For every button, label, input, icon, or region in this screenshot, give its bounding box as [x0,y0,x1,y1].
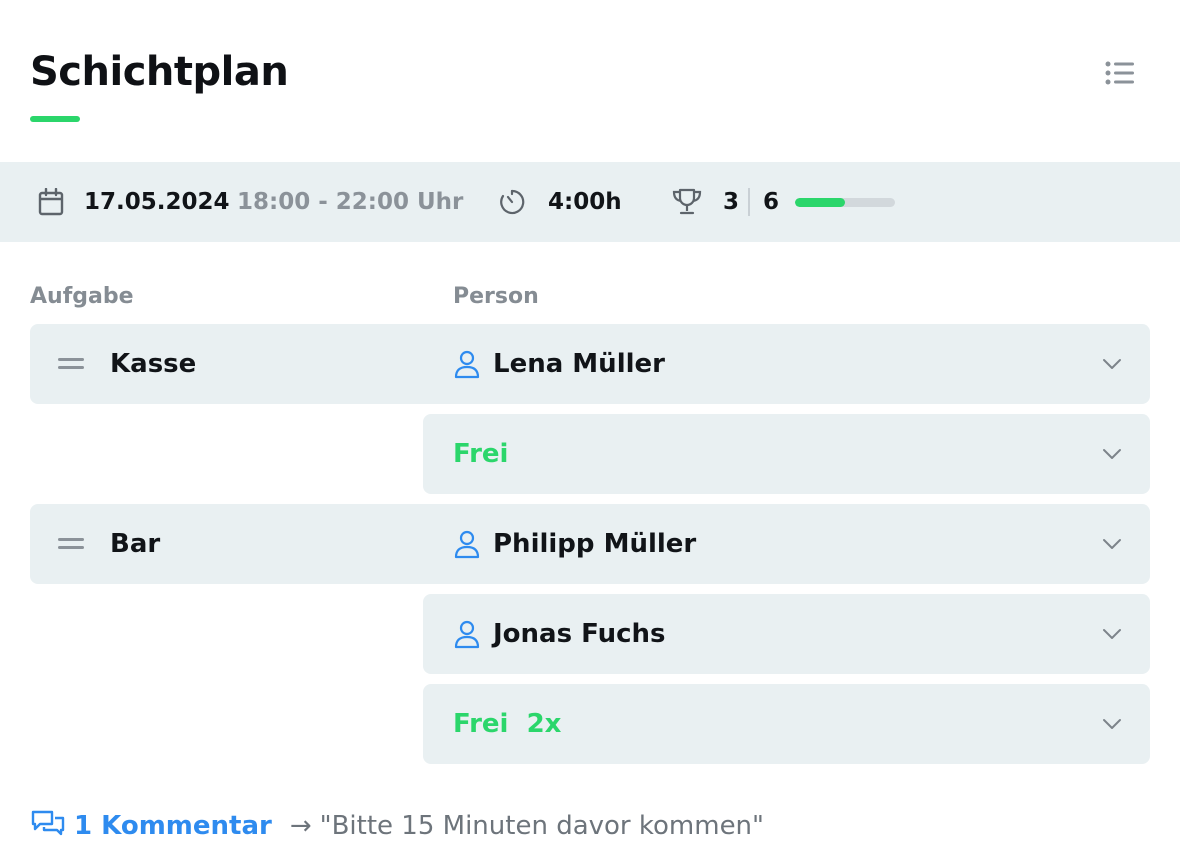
list-icon [1105,61,1135,89]
free-slot-select[interactable]: Frei 2x [453,684,1150,764]
user-icon [453,348,481,380]
trophy-icon [671,162,703,242]
chevron-down-icon [1103,629,1121,639]
comment-link[interactable]: 1 Kommentar [30,809,272,843]
timer-icon [498,162,526,242]
slots-progress-fill [795,197,845,207]
shift-plan-page: Schichtplan 17.05.2024 18:00 - 22:00 Uhr… [0,0,1180,866]
count-separator [748,162,750,242]
person-select[interactable]: Philipp Müller [453,504,1150,584]
total-slots-count: 6 [763,189,780,215]
slot-row[interactable]: Frei [423,414,1150,494]
shift-date: 17.05.2024 [84,189,230,215]
column-header-task: Aufgabe [30,284,134,309]
drag-handle-icon[interactable] [58,358,84,370]
person-name: Lena Müller [493,349,665,379]
free-slot-label: Frei [453,439,509,469]
calendar-icon [38,162,64,242]
page-title: Schichtplan [30,49,289,95]
chevron-down-icon [1103,359,1121,369]
task-row-kasse: Kasse Lena Müller [30,324,1150,404]
shift-duration: 4:00h [548,189,622,215]
user-icon [453,618,481,650]
comment-icon [30,809,66,843]
person-name: Jonas Fuchs [493,619,666,649]
shift-info-bar: 17.05.2024 18:00 - 22:00 Uhr 4:00h 3 6 [0,162,1180,242]
slot-row[interactable]: Frei 2x [423,684,1150,764]
person-name: Philipp Müller [493,529,697,559]
column-header-person: Person [453,284,539,309]
chevron-down-icon [1103,539,1121,549]
task-row-bar: Bar Philipp Müller [30,504,1150,584]
title-underline [30,116,80,122]
comment-count-link[interactable]: 1 Kommentar [74,811,272,841]
slots-progress-bar [795,162,895,242]
task-name: Kasse [110,349,197,379]
free-slot-select[interactable]: Frei [453,414,1150,494]
arrow-right-icon: → [289,811,312,841]
person-select[interactable]: Lena Müller [453,324,1150,404]
comment-summary: 1 Kommentar → "Bitte 15 Minuten davor ko… [30,804,764,848]
slot-row[interactable]: Jonas Fuchs [423,594,1150,674]
shift-time-range: 18:00 - 22:00 Uhr [237,189,464,215]
free-slot-label: Frei 2x [453,709,562,739]
chevron-down-icon [1103,719,1121,729]
filled-slots-count: 3 [723,189,740,215]
list-view-button[interactable] [1100,58,1140,92]
task-name: Bar [110,529,161,559]
drag-handle-icon[interactable] [58,538,84,550]
chevron-down-icon [1103,449,1121,459]
comment-preview: "Bitte 15 Minuten davor kommen" [319,811,764,841]
user-icon [453,528,481,560]
person-select[interactable]: Jonas Fuchs [453,594,1150,674]
